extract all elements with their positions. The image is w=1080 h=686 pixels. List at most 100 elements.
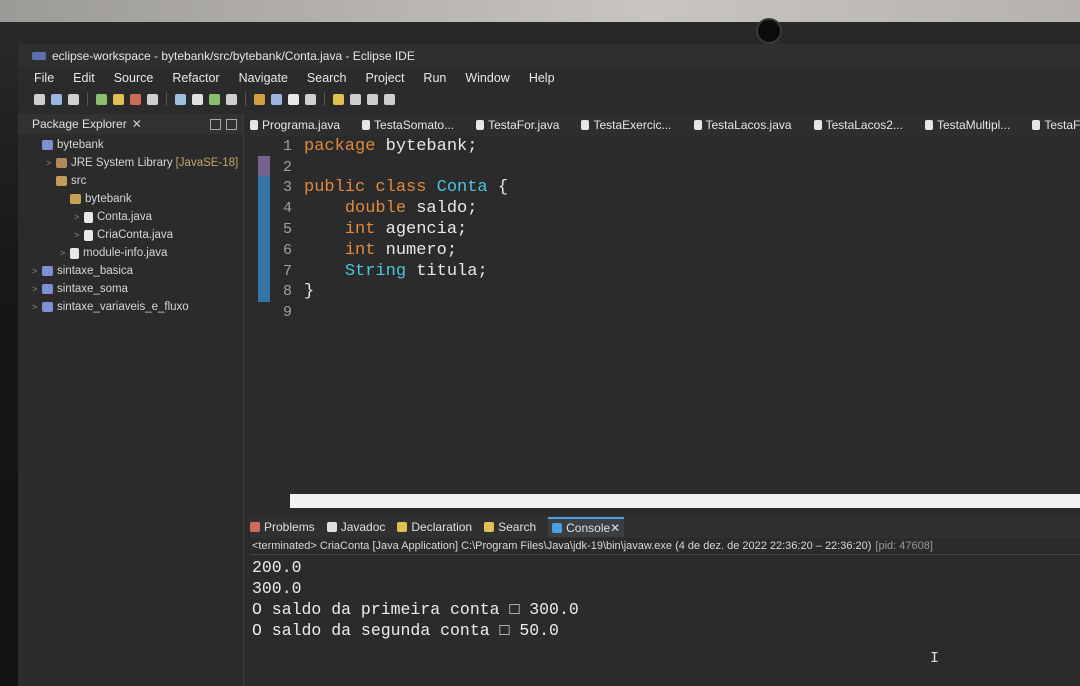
tree-item-tag: [JavaSE-18] — [175, 157, 239, 169]
toolbar-button-icon[interactable] — [367, 93, 378, 105]
package-icon — [70, 194, 81, 204]
code-token: titula; — [416, 261, 488, 281]
toolbar-button-icon[interactable] — [130, 93, 141, 105]
line-number: 2 — [282, 158, 292, 176]
toolbar-button-icon[interactable] — [271, 93, 282, 105]
toolbar-button-icon[interactable] — [34, 93, 45, 105]
tree-item[interactable]: bytebank — [18, 136, 243, 154]
expand-arrow-icon[interactable]: > — [74, 230, 84, 240]
toolbar-button-icon[interactable] — [384, 93, 395, 105]
close-icon[interactable]: ✕ — [132, 117, 142, 131]
code-token: package — [304, 136, 386, 156]
minimize-icon[interactable] — [210, 118, 221, 130]
console-line: 300.0 — [252, 579, 302, 598]
menu-refactor[interactable]: Refactor — [172, 71, 219, 85]
problems-icon — [250, 522, 260, 532]
toolbar-button-icon[interactable] — [254, 93, 265, 105]
line-number: 3 — [282, 179, 292, 197]
package-explorer: Package Explorer ✕ bytebank > JRE System L… — [18, 114, 244, 686]
toolbar-button-icon[interactable] — [209, 93, 220, 105]
tree-item[interactable]: > module-info.java — [18, 244, 243, 262]
toolbar-button-icon[interactable] — [305, 93, 316, 105]
tab-console[interactable]: Console ✕ — [548, 517, 625, 537]
toolbar-button-icon[interactable] — [288, 93, 299, 105]
tree-item[interactable]: > sintaxe_variaveis_e_fluxo — [18, 298, 243, 316]
window-title: eclipse-workspace - bytebank/src/byteban… — [52, 49, 415, 63]
toolbar-button-icon[interactable] — [192, 93, 203, 105]
toolbar-button-icon[interactable] — [333, 93, 344, 105]
console-output[interactable]: 200.0 300.0 O saldo da primeira conta □ 30… — [250, 555, 1080, 641]
background-wall — [0, 0, 1080, 22]
code-token: int — [344, 240, 386, 260]
tab-javadoc[interactable]: Javadoc — [326, 520, 385, 534]
tab-label: Search — [498, 520, 537, 534]
editor-tab[interactable]: Programa.java — [250, 118, 340, 132]
menu-navigate[interactable]: Navigate — [239, 71, 288, 85]
tree-item[interactable]: > Conta.java — [18, 208, 243, 226]
line-number: 4 — [282, 200, 292, 218]
toolbar-button-icon[interactable] — [350, 93, 361, 105]
java-file-icon — [924, 120, 933, 130]
line-number: 7 — [282, 262, 292, 280]
expand-arrow-icon[interactable]: > — [60, 248, 70, 258]
code-editor[interactable]: 1 package bytebank; 2 3 public class Conta {… — [250, 136, 1080, 496]
expand-arrow-icon[interactable]: > — [32, 284, 42, 294]
editor-tab[interactable]: TestaExercic... — [581, 118, 672, 132]
expand-arrow-icon[interactable]: > — [46, 158, 56, 168]
menu-help[interactable]: Help — [529, 71, 555, 85]
tree-item[interactable]: > sintaxe_soma — [18, 280, 243, 298]
tree-item[interactable]: bytebank — [18, 190, 243, 208]
webcam — [756, 18, 782, 44]
toolbar-separator — [87, 92, 88, 106]
tree-item-label: bytebank — [85, 193, 132, 205]
expand-arrow-icon[interactable]: > — [74, 212, 84, 222]
tab-search[interactable]: Search — [484, 520, 536, 534]
editor-tab[interactable]: TestaFor.java — [476, 118, 559, 132]
close-icon[interactable]: ✕ — [610, 521, 620, 535]
toolbar-button-icon[interactable] — [68, 93, 79, 105]
editor-tab[interactable]: TestaLacos.java — [693, 118, 792, 132]
library-icon — [56, 158, 67, 168]
toolbar-button-icon[interactable] — [147, 93, 158, 105]
code-token: numero; — [385, 240, 458, 260]
menu-source[interactable]: Source — [114, 71, 154, 85]
package-explorer-header: Package Explorer ✕ — [18, 114, 243, 134]
toolbar-button-icon[interactable] — [51, 93, 62, 105]
editor-tab[interactable]: TestaLacos2... — [813, 118, 903, 132]
code-token: saldo; — [416, 199, 478, 219]
pid-info: [pid: 47608] — [875, 540, 933, 552]
tree-item-label: sintaxe_soma — [57, 283, 128, 295]
menu-file[interactable]: File — [34, 71, 54, 85]
tree-item-label: src — [71, 175, 87, 187]
java-file-icon — [84, 229, 93, 241]
editor-tab-label: TestaMultipl... — [936, 118, 1011, 132]
menu-window[interactable]: Window — [465, 71, 509, 85]
menu-project[interactable]: Project — [366, 71, 405, 85]
horizontal-scrollbar[interactable] — [290, 494, 1080, 508]
tree-item[interactable]: > sintaxe_basica — [18, 262, 243, 280]
source-folder-icon — [56, 176, 67, 186]
toolbar-button-icon[interactable] — [113, 93, 124, 105]
text-cursor-icon: I — [930, 650, 940, 667]
editor-tab-label: Programa.java — [262, 118, 341, 132]
code-token: agencia; — [385, 219, 468, 239]
toolbar-button-icon[interactable] — [96, 93, 107, 105]
editor-tab[interactable]: TestaFa — [1032, 118, 1080, 132]
console-status: <terminated> CriaConta [Java Application… — [250, 538, 1080, 555]
maximize-icon[interactable] — [226, 118, 237, 130]
tree-item[interactable]: > JRE System Library [JavaSE-18] — [18, 154, 243, 172]
menu-search[interactable]: Search — [307, 71, 347, 85]
expand-arrow-icon[interactable]: > — [32, 302, 42, 312]
toolbar-button-icon[interactable] — [175, 93, 186, 105]
expand-arrow-icon[interactable]: > — [32, 266, 42, 276]
menu-edit[interactable]: Edit — [73, 71, 95, 85]
toolbar-button-icon[interactable] — [226, 93, 237, 105]
editor-tab[interactable]: TestaMultipl... — [924, 118, 1011, 132]
tab-declaration[interactable]: Declaration — [397, 520, 472, 534]
tree-item[interactable]: src — [18, 172, 243, 190]
tab-problems[interactable]: Problems — [250, 520, 315, 534]
tree-item[interactable]: > CriaConta.java — [18, 226, 243, 244]
menu-run[interactable]: Run — [423, 71, 446, 85]
editor-tab[interactable]: TestaSomato... — [362, 118, 454, 132]
package-explorer-tab[interactable]: Package Explorer — [32, 117, 127, 131]
